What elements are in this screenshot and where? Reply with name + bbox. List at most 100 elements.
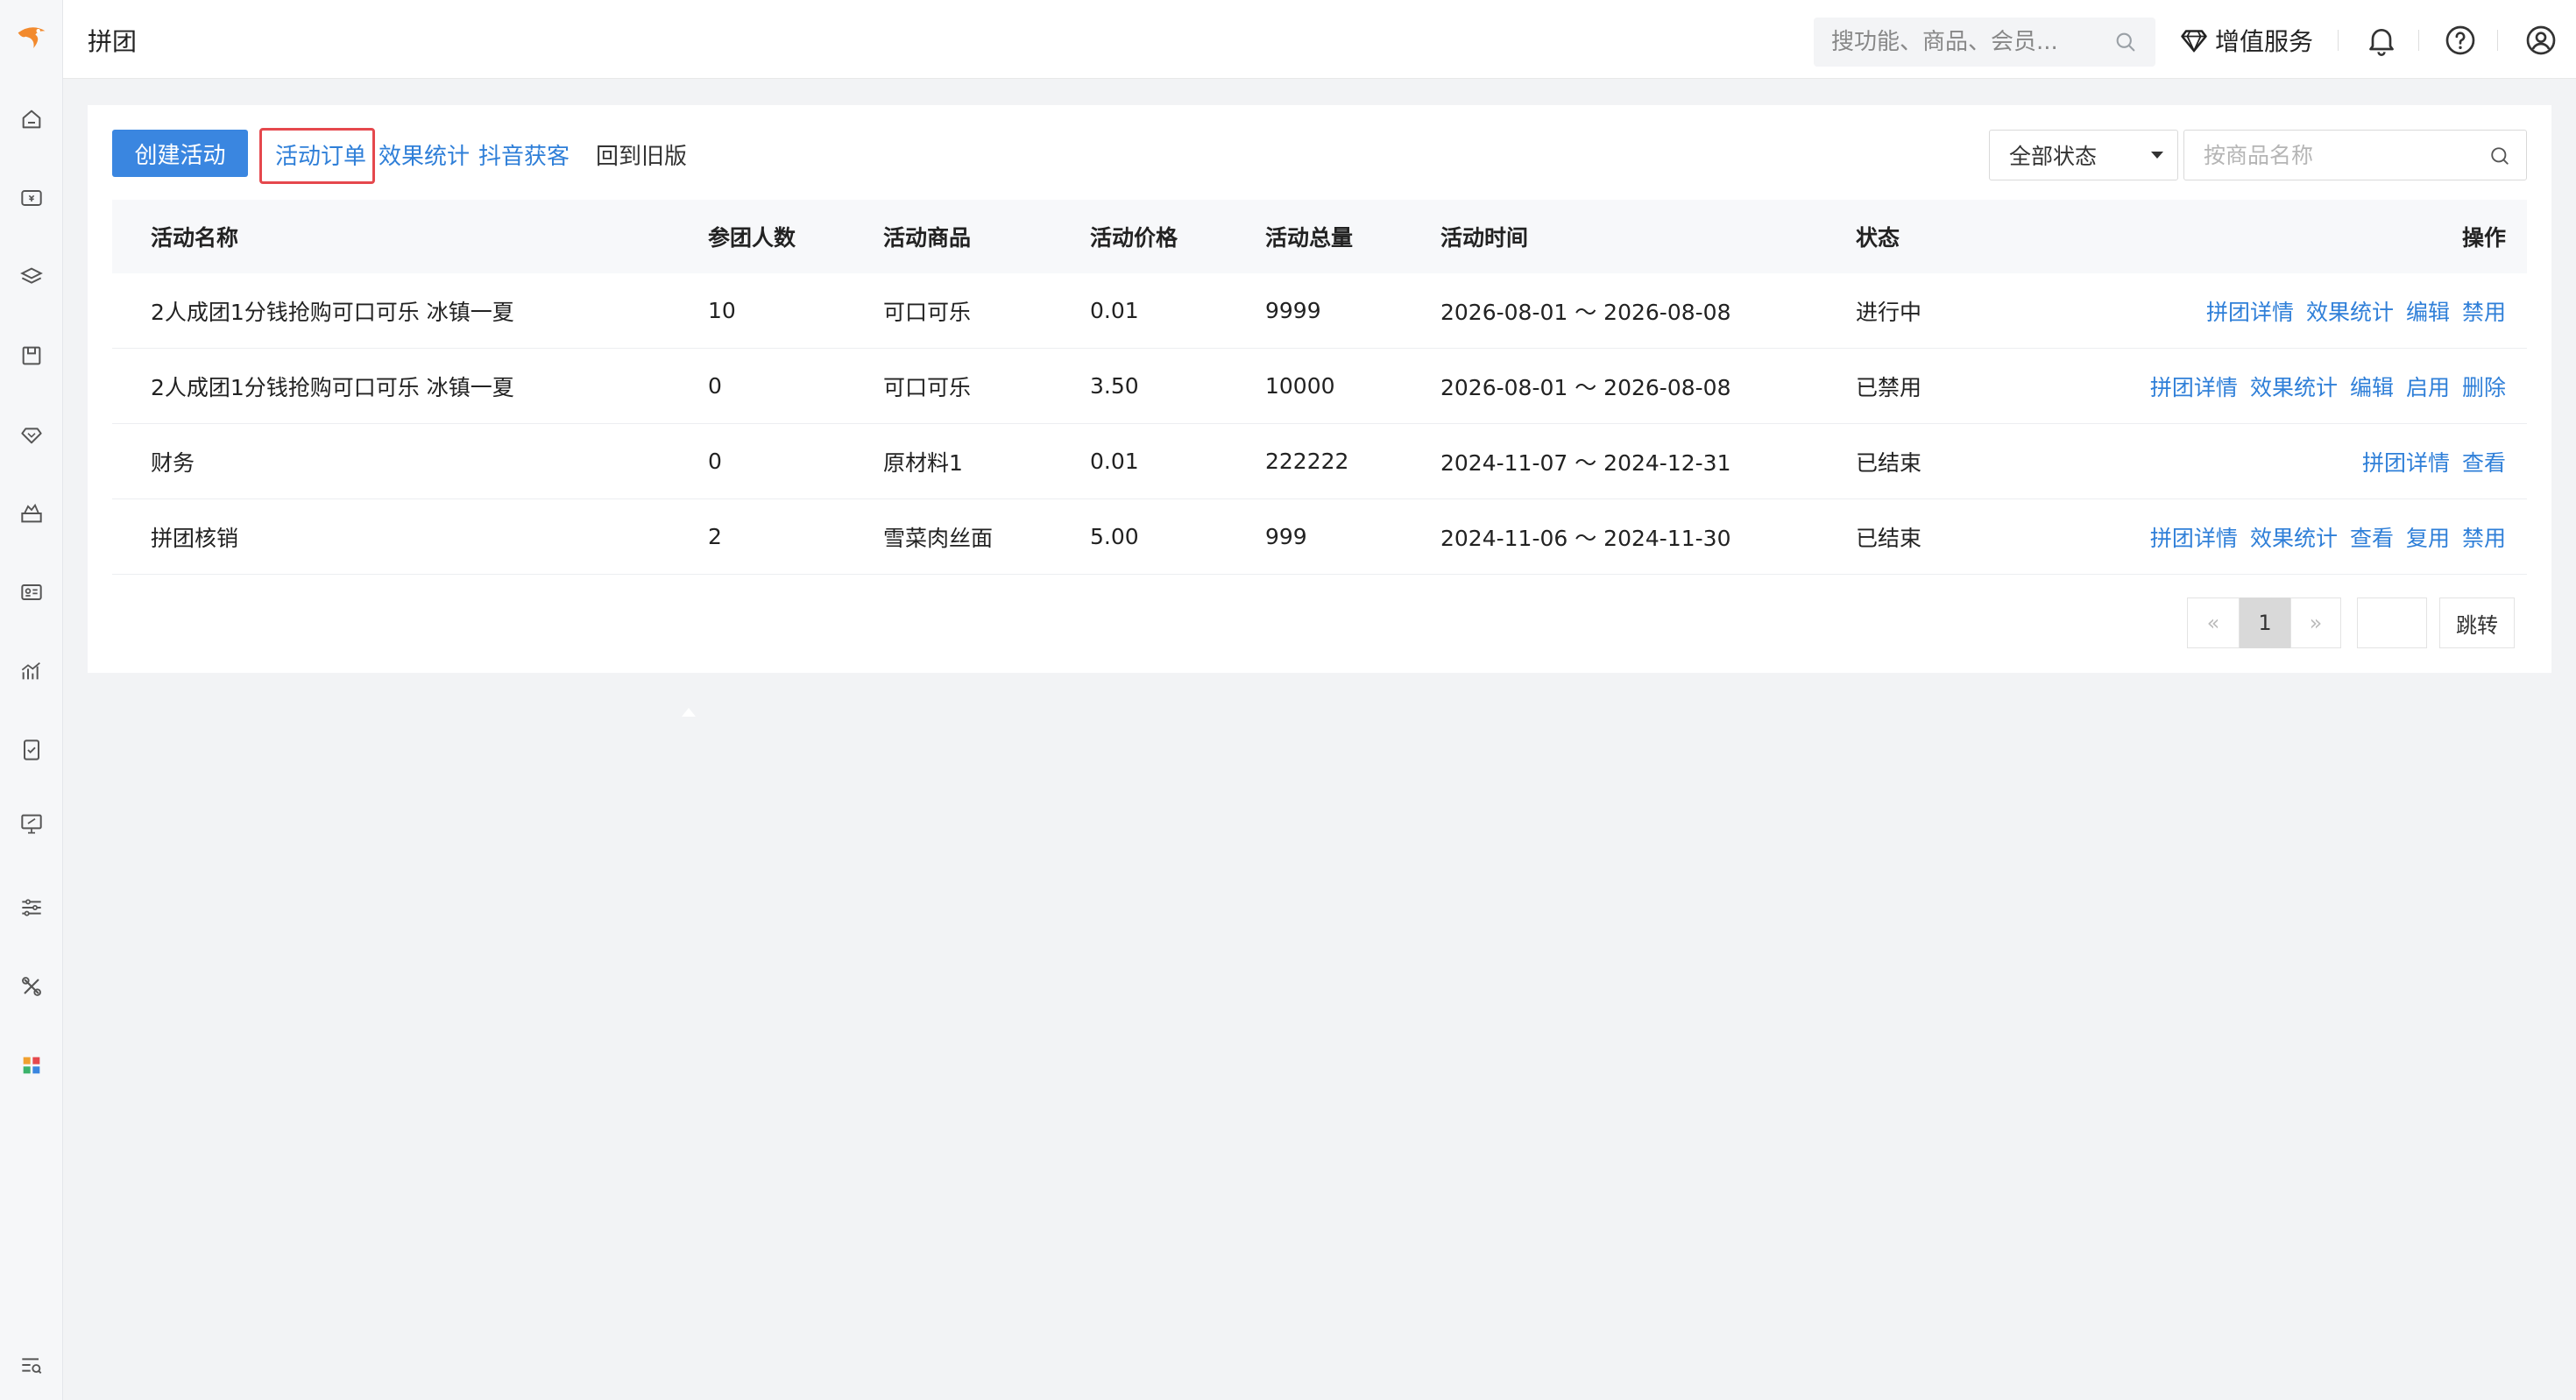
row-action-link[interactable]: 禁用 — [2462, 295, 2506, 327]
settings-sliders-icon — [22, 899, 41, 916]
row-action-link[interactable]: 禁用 — [2462, 521, 2506, 553]
row-action-link[interactable]: 效果统计 — [2306, 295, 2394, 327]
row-action-link[interactable]: 启用 — [2406, 371, 2450, 402]
sidebar-item-tools[interactable] — [16, 971, 47, 1002]
pagination-next-button[interactable]: » — [2290, 597, 2341, 648]
header-divider — [2418, 30, 2419, 51]
col-header-price: 活动价格 — [1090, 225, 1178, 251]
col-header-name: 活动名称 — [151, 225, 239, 251]
marketing-icon — [21, 503, 42, 523]
cell-status: 进行中 — [1856, 299, 1922, 325]
cell-actions: 拼团详情 查看 — [2350, 424, 2506, 498]
page-title: 拼团 — [88, 27, 138, 56]
global-search-input[interactable] — [1831, 29, 2112, 55]
user-account-button[interactable] — [2523, 23, 2558, 58]
value-added-services-label: 增值服务 — [2215, 27, 2314, 56]
notification-bell-button[interactable] — [2364, 23, 2399, 58]
search-icon[interactable] — [2113, 30, 2138, 54]
cell-price: 5.00 — [1090, 524, 1139, 549]
report-icon — [24, 739, 39, 760]
cell-product: 可口可乐 — [883, 374, 972, 400]
sidebar-item-marketing[interactable] — [16, 498, 47, 529]
diamond-icon — [2181, 30, 2207, 53]
tab-douyin-acquisition[interactable]: 抖音获客 — [478, 138, 570, 171]
sidebar-item-monitor[interactable] — [16, 808, 47, 839]
table-row: 2人成团1分钱抢购可口可乐 冰镇一夏 10 可口可乐 0.01 9999 2026-08-… — [112, 273, 2527, 349]
status-filter-select[interactable]: 全部状态 — [1989, 130, 2178, 180]
table-header: 活动名称 参团人数 活动商品 活动价格 活动总量 活动时间 状态 操作 — [112, 200, 2527, 273]
back-to-old-version-link[interactable]: 回到旧版 — [596, 138, 687, 171]
row-action-link[interactable]: 查看 — [2462, 446, 2506, 477]
row-action-link[interactable]: 编辑 — [2406, 295, 2450, 327]
sidebar-item-settings-sliders[interactable] — [16, 892, 47, 923]
sidebar-item-diamond[interactable] — [16, 419, 47, 450]
cell-time: 2024-11-07 ～ 2024-12-31 — [1440, 449, 1731, 476]
cell-product: 雪菜肉丝面 — [883, 525, 994, 551]
header-divider — [2338, 30, 2339, 51]
row-action-link[interactable]: 拼团详情 — [2150, 371, 2238, 402]
sidebar-item-store[interactable] — [16, 340, 47, 371]
user-icon — [2526, 25, 2556, 55]
cell-actions: 拼团详情 效果统计 查看 复用 禁用 — [2138, 499, 2506, 574]
cell-status: 已结束 — [1856, 525, 1922, 551]
cell-actions: 拼团详情 效果统计 编辑 禁用 — [2194, 273, 2506, 348]
member-card-icon — [21, 584, 42, 600]
help-icon — [2445, 25, 2475, 55]
cell-time: 2026-08-01 ～ 2026-08-08 — [1440, 374, 1731, 400]
cell-name: 2人成团1分钱抢购可口可乐 冰镇一夏 — [151, 374, 514, 400]
row-action-link[interactable]: 效果统计 — [2250, 521, 2338, 553]
cell-participants: 0 — [708, 449, 722, 474]
value-added-services-button[interactable]: 增值服务 — [2178, 21, 2313, 60]
chart-icon — [21, 662, 40, 680]
coupon-icon — [20, 267, 43, 284]
sidebar-item-wallet[interactable] — [16, 182, 47, 214]
row-action-link[interactable]: 拼团详情 — [2206, 295, 2294, 327]
search-icon[interactable] — [2488, 144, 2512, 168]
cell-status: 已结束 — [1856, 449, 1922, 476]
sidebar-item-report[interactable] — [16, 734, 47, 766]
brand-logo-icon — [18, 27, 46, 48]
sidebar-item-coupon[interactable] — [16, 261, 47, 293]
sidebar-item-chart[interactable] — [16, 655, 47, 687]
cell-participants: 0 — [708, 373, 722, 399]
sidebar-item-member-card[interactable] — [16, 576, 47, 608]
header-divider — [2497, 30, 2498, 51]
row-action-link[interactable]: 拼团详情 — [2150, 521, 2238, 553]
wallet-icon — [21, 190, 42, 206]
row-action-link[interactable]: 编辑 — [2350, 371, 2394, 402]
tooltip-caret — [682, 708, 696, 717]
monitor-icon — [21, 814, 42, 834]
row-action-link[interactable]: 效果统计 — [2250, 371, 2338, 402]
row-action-link[interactable]: 删除 — [2462, 371, 2506, 402]
col-header-total: 活动总量 — [1265, 225, 1354, 251]
cell-name: 财务 — [151, 449, 195, 476]
sidebar-item-home[interactable] — [16, 103, 47, 135]
cell-total: 999 — [1265, 524, 1307, 549]
status-filter-value: 全部状态 — [2009, 144, 2098, 169]
cell-product: 可口可乐 — [883, 299, 972, 325]
product-search-input[interactable] — [2204, 142, 2484, 168]
brand-logo[interactable] — [9, 16, 54, 61]
pagination-current-page[interactable]: 1 — [2240, 597, 2290, 648]
tools-icon — [22, 977, 41, 996]
sidebar — [0, 0, 63, 1400]
help-button[interactable] — [2443, 23, 2478, 58]
product-search[interactable] — [2183, 130, 2527, 180]
cell-total: 10000 — [1265, 373, 1335, 399]
page-jump-button[interactable]: 跳转 — [2439, 597, 2515, 648]
global-search[interactable] — [1814, 18, 2155, 67]
search-list-icon — [22, 1358, 42, 1374]
row-action-link[interactable]: 拼团详情 — [2362, 446, 2450, 477]
top-header: 拼团 增值服务 — [63, 0, 2576, 79]
tab-effect-stats[interactable]: 效果统计 — [379, 138, 470, 171]
pagination: « 1 » 跳转 — [88, 597, 2551, 650]
sidebar-item-apps-grid[interactable] — [16, 1050, 47, 1081]
row-action-link[interactable]: 复用 — [2406, 521, 2450, 553]
tab-activity-orders[interactable]: 活动订单 — [275, 138, 366, 171]
pagination-prev-button[interactable]: « — [2187, 597, 2240, 648]
create-activity-button[interactable]: 创建活动 — [112, 130, 248, 177]
cell-price: 0.01 — [1090, 449, 1139, 474]
row-action-link[interactable]: 查看 — [2350, 521, 2394, 553]
page-jump-input[interactable] — [2357, 597, 2427, 648]
sidebar-item-search-list[interactable] — [16, 1349, 47, 1381]
